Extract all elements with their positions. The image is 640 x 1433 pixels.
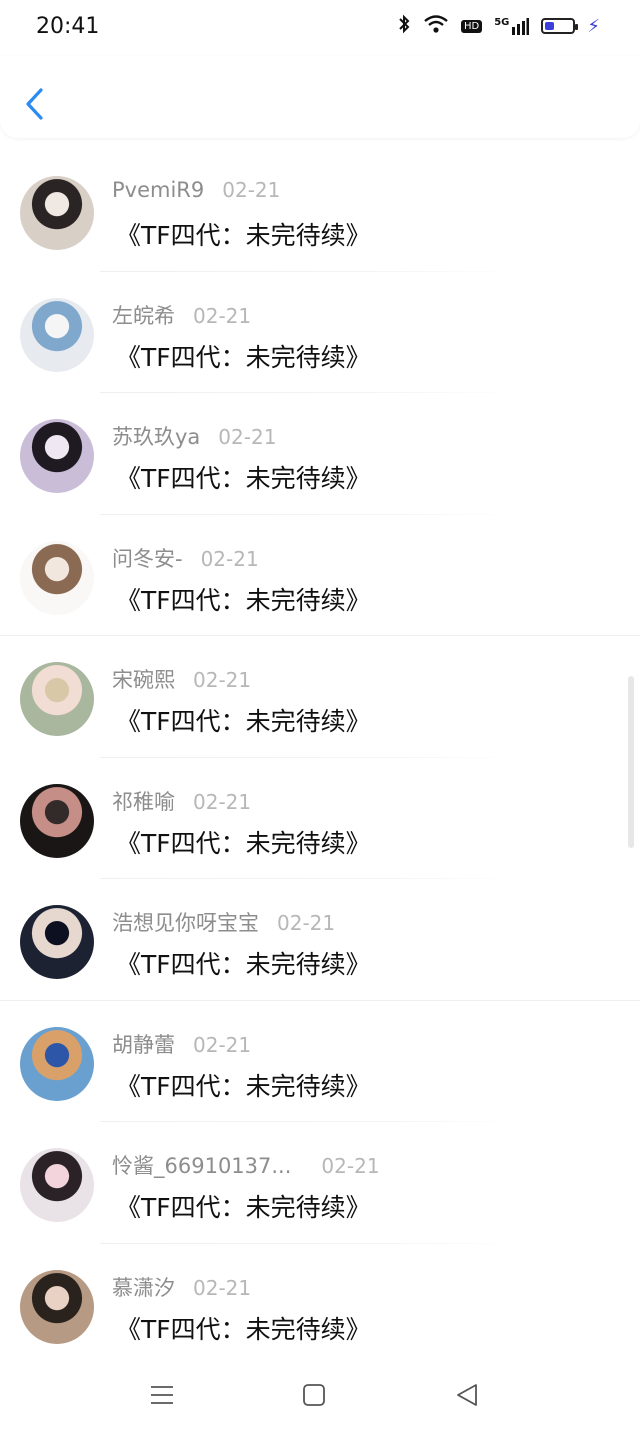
comment-text: 《TF四代：未完待续》 <box>116 585 371 615</box>
comment-text: 《TF四代：未完待续》 <box>116 464 371 493</box>
comment-date: 02-21 <box>200 546 259 571</box>
status-icons: HD 5G ⚡ <box>397 14 600 38</box>
comment-date: 02-21 <box>321 1154 380 1178</box>
scrollbar[interactable] <box>628 676 634 848</box>
comment-text: 《TF四代：未完待续》 <box>116 1071 371 1101</box>
avatar[interactable] <box>20 1148 94 1222</box>
top-nav-bar <box>0 56 640 138</box>
comment-date: 02-21 <box>218 425 277 449</box>
avatar[interactable] <box>20 176 94 250</box>
username[interactable]: 宋碗熙 <box>112 664 175 694</box>
username[interactable]: 苏玖玖ya <box>112 421 200 451</box>
comment-date: 02-21 <box>222 178 281 202</box>
network-label: 5G <box>494 17 510 28</box>
username[interactable]: 怜酱_66910137... <box>112 1150 291 1180</box>
comment-date: 02-21 <box>193 789 252 814</box>
comment-text: 《TF四代：未完待续》 <box>116 1314 371 1344</box>
avatar[interactable] <box>20 905 94 979</box>
comment-meta: 左皖希 02-21 <box>112 300 251 330</box>
charging-icon: ⚡ <box>587 15 600 37</box>
avatar[interactable] <box>20 297 94 372</box>
back-button[interactable] <box>22 86 48 122</box>
battery-level <box>545 22 555 30</box>
comment-meta: 宋碗熙 02-21 <box>112 664 251 694</box>
comment-date: 02-21 <box>193 668 252 692</box>
avatar[interactable] <box>20 540 94 615</box>
system-nav-bar <box>0 1360 640 1433</box>
menu-button[interactable] <box>144 1378 180 1414</box>
system-back-button[interactable] <box>450 1378 486 1414</box>
back-triangle-icon <box>457 1384 477 1406</box>
comment-text: 《TF四代：未完待续》 <box>116 1193 371 1222</box>
avatar[interactable] <box>20 419 94 493</box>
battery-icon <box>541 18 579 34</box>
username[interactable]: PvemiR9 <box>112 178 204 202</box>
comment-meta: 浩想见你呀宝宝 02-21 <box>112 907 335 937</box>
home-button[interactable] <box>296 1378 332 1414</box>
username[interactable]: 慕潇汐 <box>112 1272 175 1302</box>
comment-meta: PvemiR9 02-21 <box>112 178 280 202</box>
comment-item[interactable]: 胡静蕾 02-21 《TF四代：未完待续》 <box>0 1001 640 1122</box>
username[interactable]: 祁稚喻 <box>112 786 175 816</box>
signal-icon: 5G <box>494 17 530 35</box>
username[interactable]: 浩想见你呀宝宝 <box>112 907 259 937</box>
comment-list: PvemiR9 02-21 《TF四代：未完待续》 左皖希 02-21 《TF四代：未完待… <box>0 150 640 1365</box>
comment-date: 02-21 <box>193 303 252 328</box>
comment-meta: 胡静蕾 02-21 <box>112 1029 251 1059</box>
comment-text: 《TF四代：未完待续》 <box>116 707 371 736</box>
username[interactable]: 问冬安- <box>112 543 183 573</box>
avatar[interactable] <box>20 1269 94 1344</box>
comment-text: 《TF四代：未完待续》 <box>116 221 371 250</box>
comment-item[interactable]: 浩想见你呀宝宝 02-21 《TF四代：未完待续》 <box>0 879 640 1001</box>
avatar[interactable] <box>20 662 94 736</box>
chevron-left-icon <box>26 88 43 120</box>
comment-item[interactable]: 左皖希 02-21 《TF四代：未完待续》 <box>0 272 640 393</box>
comment-text: 《TF四代：未完待续》 <box>116 950 371 979</box>
comment-item[interactable]: 祁稚喻 02-21 《TF四代：未完待续》 <box>0 758 640 879</box>
wifi-icon <box>423 14 449 38</box>
hd-badge: HD <box>460 19 483 33</box>
username[interactable]: 胡静蕾 <box>112 1029 175 1059</box>
comment-item[interactable]: 怜酱_66910137... 02-21 《TF四代：未完待续》 <box>0 1122 640 1244</box>
username[interactable]: 左皖希 <box>112 300 175 330</box>
comment-meta: 问冬安- 02-21 <box>112 543 259 573</box>
comment-meta: 苏玖玖ya 02-21 <box>112 421 276 451</box>
bluetooth-icon <box>397 14 411 38</box>
comment-item[interactable]: 问冬安- 02-21 《TF四代：未完待续》 <box>0 515 640 636</box>
comment-date: 02-21 <box>193 1275 252 1300</box>
comment-meta: 怜酱_66910137... 02-21 <box>112 1150 380 1180</box>
comment-text: 《TF四代：未完待续》 <box>116 342 371 372</box>
comment-meta: 慕潇汐 02-21 <box>112 1272 251 1302</box>
avatar[interactable] <box>20 1026 94 1101</box>
comment-item[interactable]: 苏玖玖ya 02-21 《TF四代：未完待续》 <box>0 393 640 515</box>
status-time: 20:41 <box>36 14 100 39</box>
comment-date: 02-21 <box>193 1032 252 1057</box>
comment-date: 02-21 <box>277 911 336 935</box>
menu-icon <box>151 1386 173 1404</box>
comment-item[interactable]: 慕潇汐 02-21 《TF四代：未完待续》 <box>0 1244 640 1365</box>
home-icon <box>303 1384 325 1406</box>
avatar[interactable] <box>20 783 94 858</box>
comment-item[interactable]: 宋碗熙 02-21 《TF四代：未完待续》 <box>0 636 640 758</box>
comment-text: 《TF四代：未完待续》 <box>116 828 371 858</box>
status-bar: 20:41 HD 5G ⚡ <box>0 0 640 56</box>
comment-meta: 祁稚喻 02-21 <box>112 786 251 816</box>
comment-item[interactable]: PvemiR9 02-21 《TF四代：未完待续》 <box>0 150 640 272</box>
